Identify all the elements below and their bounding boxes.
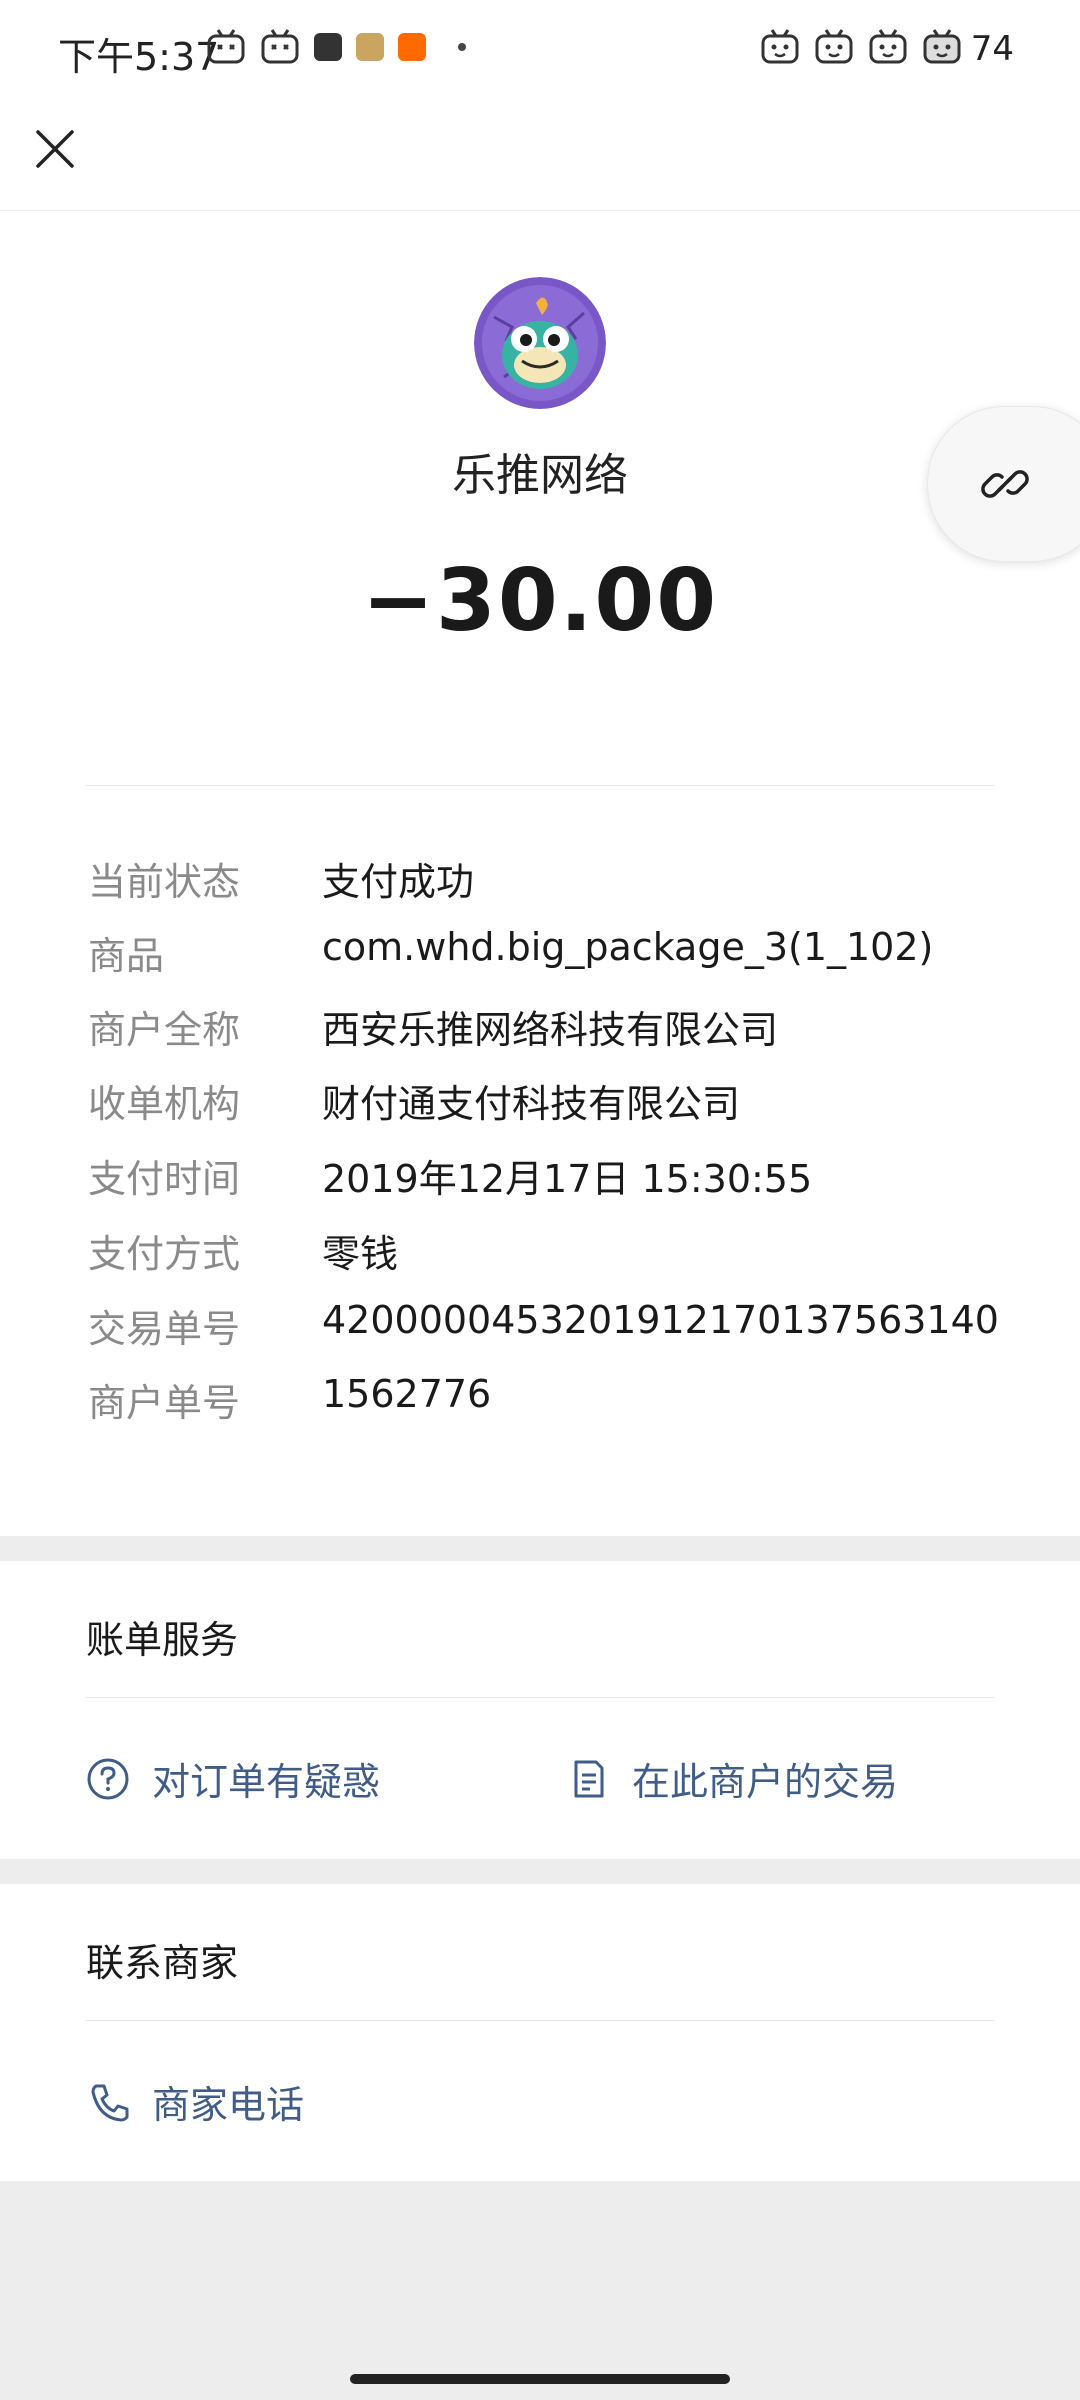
mi-icon: [398, 33, 426, 61]
divider: [86, 785, 994, 786]
order-question-button[interactable]: 对订单有疑惑: [86, 1751, 380, 1806]
bilibili-icon: [761, 29, 799, 64]
app-notification-icon: [356, 33, 384, 61]
divider: [86, 1697, 994, 1698]
detail-value: 零钱: [322, 1232, 399, 1276]
merchant-phone-label: 商家电话: [152, 2083, 305, 2127]
bilibili-icon: [923, 29, 961, 64]
detail-label: 支付方式: [88, 1232, 241, 1276]
detail-row-merchant-order-id: 商户单号 1562776: [88, 1372, 1048, 1432]
home-indicator[interactable]: [350, 2374, 730, 2384]
detail-row-merchant-full-name: 商户全称 西安乐推网络科技有限公司: [88, 999, 1048, 1059]
detail-value: 支付成功: [322, 860, 475, 904]
detail-label: 交易单号: [88, 1307, 241, 1351]
link-icon: [981, 470, 1029, 498]
detail-label: 当前状态: [88, 860, 241, 904]
detail-label: 商户全称: [88, 1008, 241, 1052]
merchant-name: 乐推网络: [452, 450, 628, 501]
detail-row-status: 当前状态 支付成功: [88, 851, 1048, 911]
detail-value[interactable]: 4200000453201912170137563140: [322, 1298, 999, 1342]
battery-level: 74: [970, 29, 1014, 69]
document-icon: [574, 1760, 604, 1797]
merchant-transactions-label: 在此商户的交易: [632, 1760, 899, 1804]
merchant-phone-button[interactable]: 商家电话: [86, 2074, 304, 2129]
detail-value: 西安乐推网络科技有限公司: [322, 1008, 779, 1052]
detail-row-acquirer: 收单机构 财付通支付科技有限公司: [88, 1073, 1048, 1133]
status-icons: [760, 28, 962, 66]
bill-service-section: 账单服务 对订单有疑惑 在此商户的交易: [0, 1561, 1080, 1859]
merchant-avatar: [474, 277, 606, 409]
detail-row-product: 商品 com.whd.big_package_3(1_102): [88, 925, 1048, 985]
order-question-label: 对订单有疑惑: [152, 1760, 381, 1804]
transaction-amount: −30.00: [361, 551, 719, 651]
close-icon[interactable]: [30, 124, 80, 174]
bilibili-icon: [261, 29, 299, 64]
bilibili-icon: [207, 29, 245, 64]
detail-value[interactable]: 1562776: [322, 1372, 491, 1416]
divider: [86, 2020, 994, 2021]
detail-label: 商户单号: [88, 1381, 241, 1425]
detail-value: com.whd.big_package_3(1_102): [322, 925, 934, 969]
detail-row-transaction-id: 交易单号 4200000453201912170137563140: [88, 1298, 1048, 1358]
question-circle-icon: [87, 1758, 129, 1799]
section-title: 联系商家: [86, 1941, 239, 1985]
top-bar: [0, 100, 1080, 211]
detail-label: 商品: [88, 934, 165, 978]
merchant-transactions-button[interactable]: 在此商户的交易: [566, 1751, 898, 1806]
contact-merchant-section: 联系商家 商家电话: [0, 1884, 1080, 2181]
detail-row-pay-method: 支付方式 零钱: [88, 1223, 1048, 1283]
detail-label: 支付时间: [88, 1157, 241, 1201]
detail-row-pay-time: 支付时间 2019年12月17日 15:30:55: [88, 1148, 1048, 1208]
detail-value: 财付通支付科技有限公司: [322, 1082, 741, 1126]
notification-icons: [206, 28, 466, 66]
phone-icon: [91, 2084, 129, 2121]
transaction-card: 乐推网络 −30.00 当前状态 支付成功 商品 com.whd.big_pac…: [0, 211, 1080, 1536]
share-link-button[interactable]: [927, 406, 1080, 562]
bilibili-icon: [869, 29, 907, 64]
section-title: 账单服务: [86, 1618, 239, 1662]
more-notifications-dot: [458, 43, 466, 51]
detail-value: 2019年12月17日 15:30:55: [322, 1157, 813, 1201]
status-bar: 下午5:37 74: [0, 0, 1080, 100]
detail-label: 收单机构: [88, 1082, 241, 1126]
status-time: 下午5:37: [58, 35, 220, 79]
bilibili-icon: [815, 29, 853, 64]
app-notification-icon: [314, 33, 342, 61]
